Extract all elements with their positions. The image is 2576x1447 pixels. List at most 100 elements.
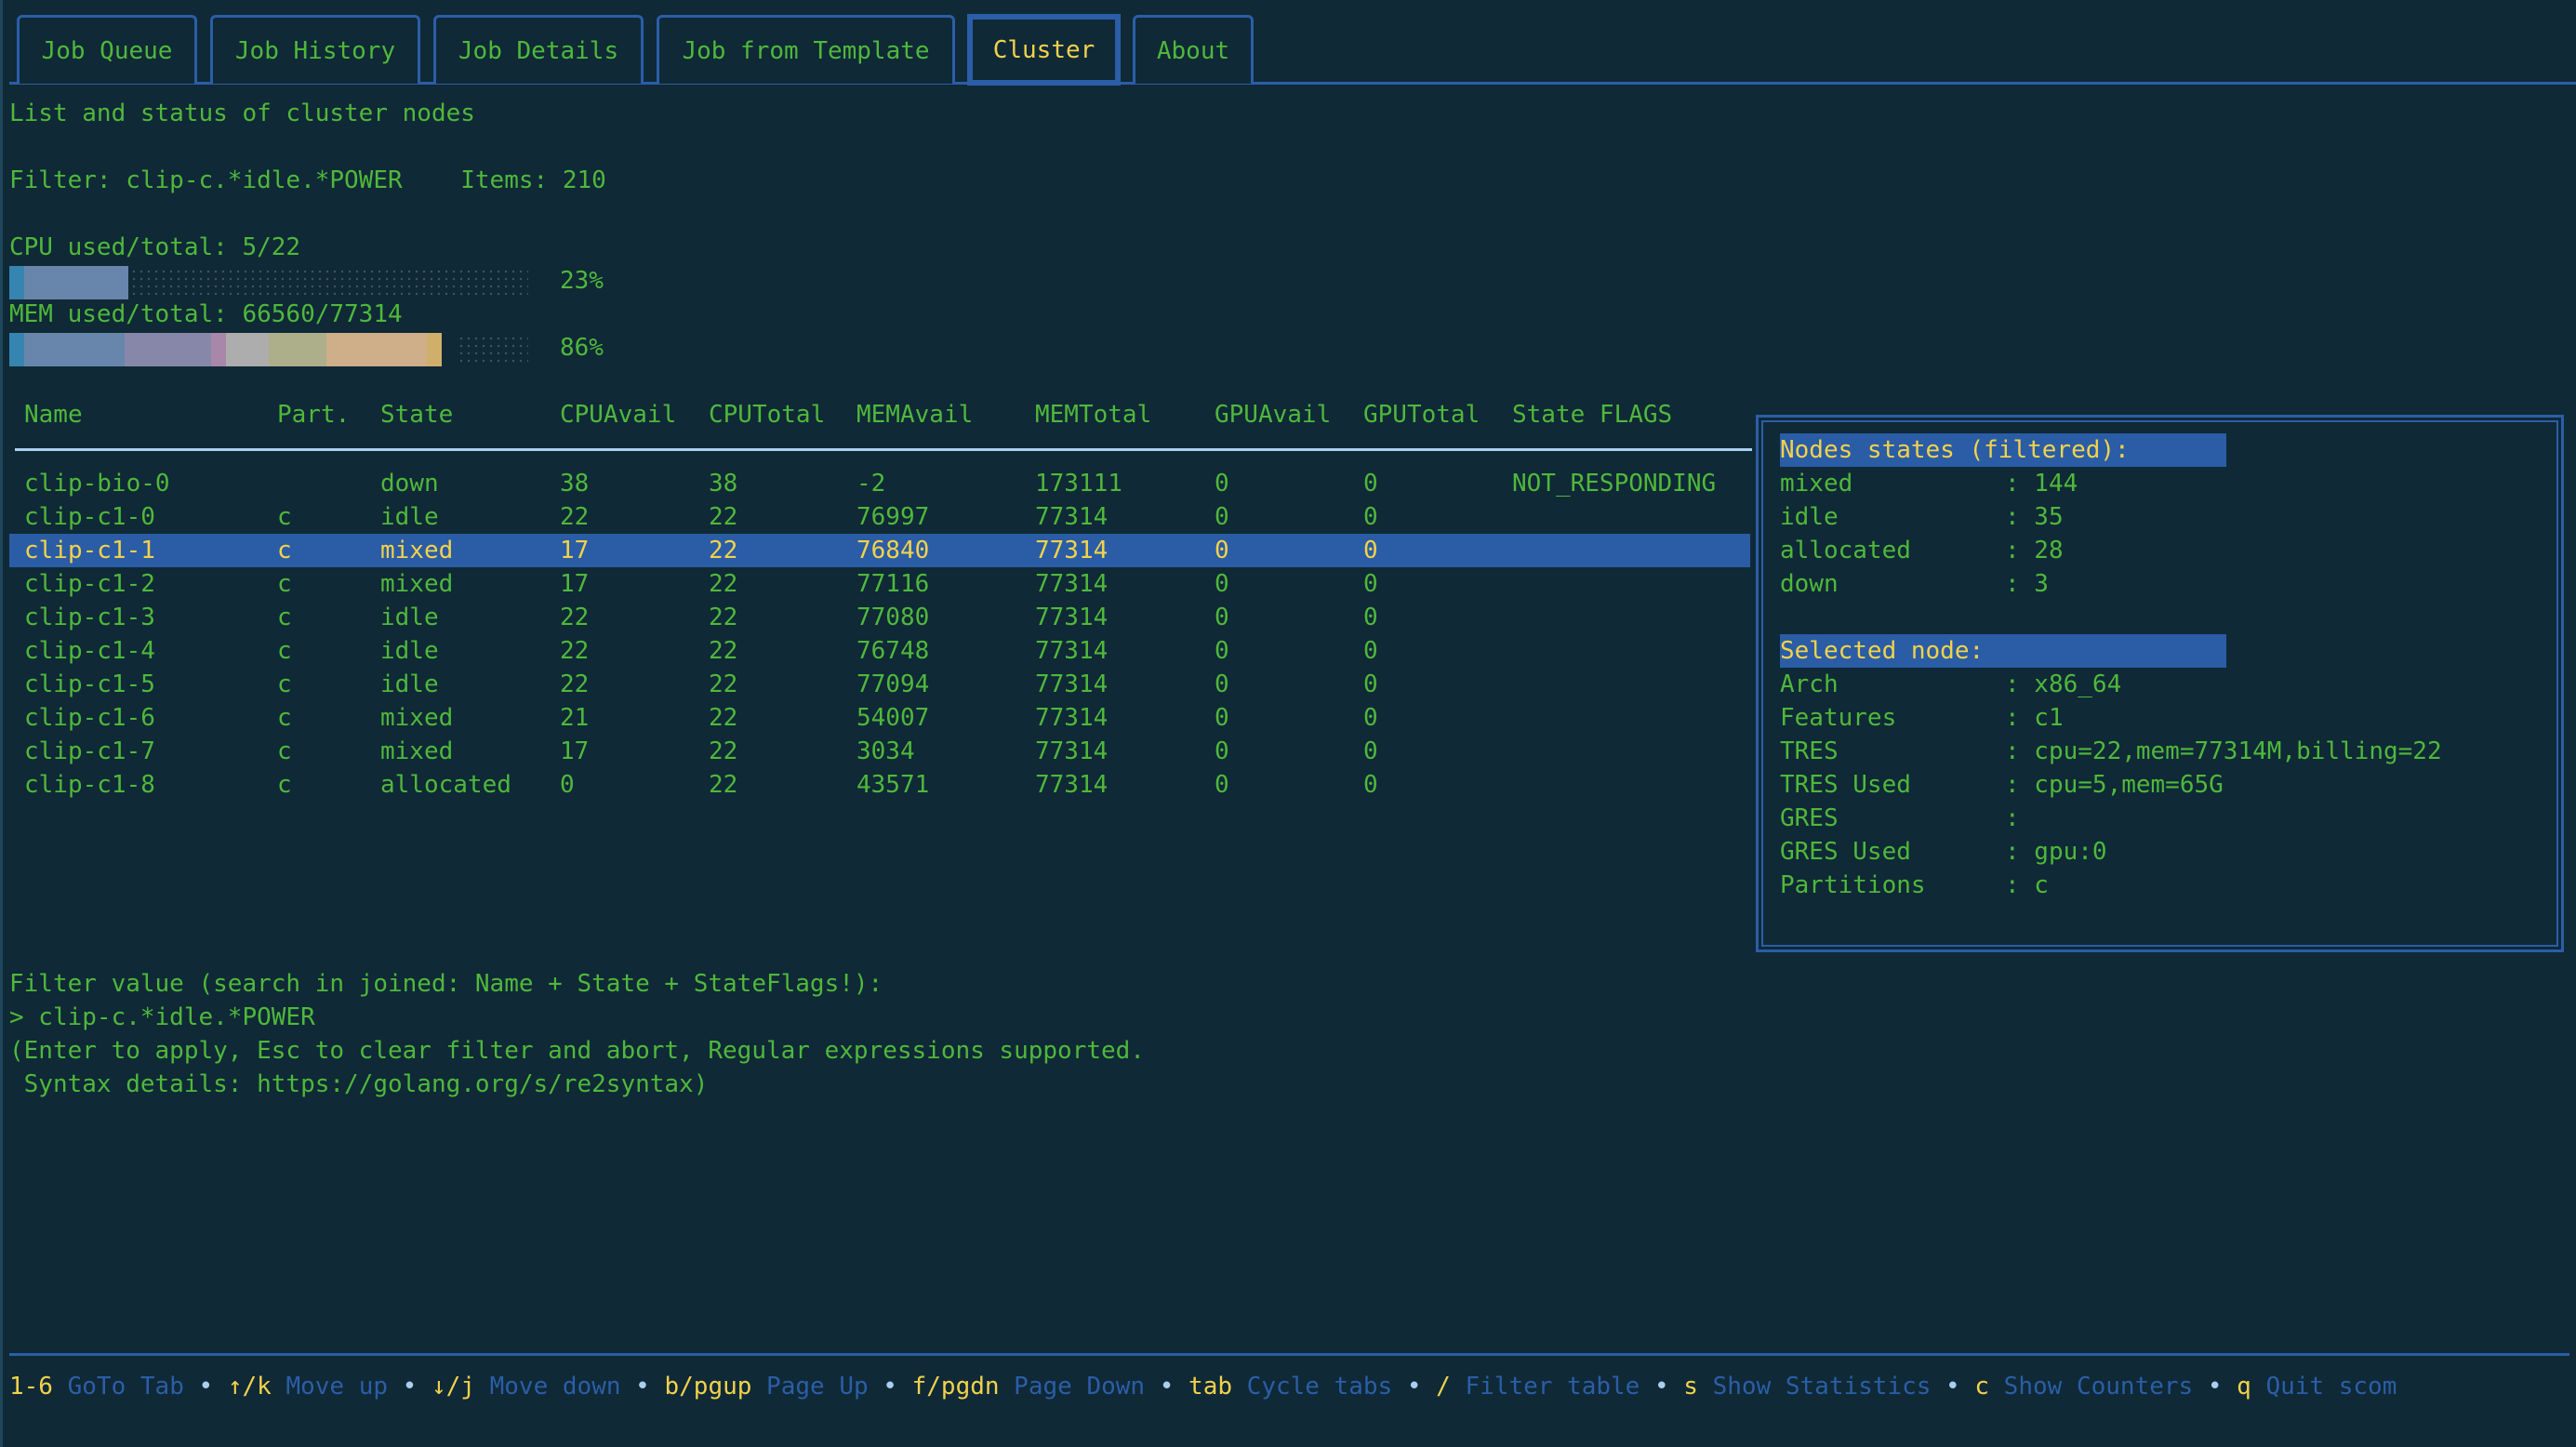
col-gpu-avail-cell: 0	[1215, 670, 1229, 698]
usage-bar-remaining	[456, 333, 528, 366]
col-name-cell: clip-c1-8	[24, 771, 155, 799]
header-col-cpu-total[interactable]: CPUTotal	[709, 398, 825, 431]
header-col-mem-avail[interactable]: MEMAvail	[856, 398, 973, 431]
tab-job-details[interactable]: Job Details	[433, 15, 644, 84]
separator-dot: •	[868, 1373, 912, 1401]
col-cpu-avail-cell: 22	[560, 637, 590, 665]
col-mem-avail-cell: 77116	[856, 570, 930, 598]
table-row[interactable]: clip-c1-5 c idle 22 22 77094 77314 0 0	[9, 668, 1750, 701]
col-gpu-avail-cell: 0	[1215, 604, 1229, 631]
col-state-flags-cell: NOT_RESPONDING	[1512, 470, 1717, 498]
col-mem-avail-cell: 76997	[856, 503, 930, 531]
shortcut-item: tab Cycle tabs	[1188, 1373, 1392, 1401]
col-gpu-avail-cell: 0	[1215, 537, 1229, 564]
header-col-gpu-total[interactable]: GPUTotal	[1363, 398, 1480, 431]
usage-bar-segment	[24, 266, 128, 299]
info-value: : 28	[2005, 537, 2064, 564]
col-gpu-total-cell: 0	[1363, 737, 1378, 765]
table-row[interactable]: clip-c1-0 c idle 22 22 76997 77314 0 0	[9, 500, 1750, 534]
header-col-mem-total[interactable]: MEMTotal	[1035, 398, 1151, 431]
tab-job-history[interactable]: Job History	[210, 15, 420, 84]
info-value: : c	[2005, 871, 2049, 899]
col-gpu-total-cell: 0	[1363, 503, 1378, 531]
shortcut-description: Quit scom	[2251, 1373, 2397, 1401]
col-mem-total-cell: 77314	[1035, 737, 1109, 765]
header-col-cpu-avail[interactable]: CPUAvail	[560, 398, 676, 431]
col-cpu-total-cell: 22	[709, 604, 738, 631]
header-col-state-flags[interactable]: State FLAGS	[1512, 398, 1672, 431]
selected-node-title: Selected node:	[1780, 634, 2226, 668]
mem-usage-label: MEM used/total: 66560/77314	[9, 300, 403, 328]
shortcut-description: GoTo Tab	[52, 1373, 184, 1401]
col-name-cell: clip-c1-5	[24, 670, 155, 698]
col-state-cell: allocated	[380, 771, 511, 799]
table-row[interactable]: clip-c1-8 c allocated 0 22 43571 77314 0 0	[9, 768, 1750, 802]
info-row: allocated: 28	[1780, 534, 2064, 567]
col-gpu-total-cell: 0	[1363, 637, 1378, 665]
col-cpu-avail-cell: 22	[560, 670, 590, 698]
filter-prompt-label: Filter value (search in joined: Name + S…	[9, 970, 883, 998]
header-col-partition[interactable]: Part.	[277, 398, 350, 431]
col-partition-cell: c	[277, 570, 292, 598]
col-name-cell: clip-c1-6	[24, 704, 155, 732]
shortcut-item: s Show Statistics	[1683, 1373, 1931, 1401]
info-key: TRES	[1780, 737, 1839, 765]
col-mem-avail-cell: 76748	[856, 637, 930, 665]
header-col-name[interactable]: Name	[24, 398, 83, 431]
col-partition-cell: c	[277, 537, 292, 564]
table-row-selected[interactable]: clip-c1-1 c mixed 17 22 76840 77314 0 0	[9, 534, 1750, 567]
tab-job-queue[interactable]: Job Queue	[17, 15, 197, 84]
shortcut-description: Show Statistics	[1697, 1373, 1932, 1401]
info-key: idle	[1780, 503, 1839, 531]
table-row[interactable]: clip-c1-6 c mixed 21 22 54007 77314 0 0	[9, 701, 1750, 735]
shortcut-description: Show Counters	[1989, 1373, 2194, 1401]
shortcut-key: b/pgup	[664, 1373, 752, 1401]
col-mem-total-cell: 77314	[1035, 503, 1109, 531]
shortcut-description: Move up	[271, 1373, 389, 1401]
shortcut-key: q	[2237, 1373, 2251, 1401]
col-cpu-avail-cell: 17	[560, 737, 590, 765]
col-state-cell: idle	[380, 604, 439, 631]
usage-bar-segment	[125, 333, 211, 366]
col-cpu-total-cell: 22	[709, 771, 738, 799]
separator-dot: •	[388, 1373, 432, 1401]
col-cpu-total-cell: 22	[709, 704, 738, 732]
col-state-cell: idle	[380, 637, 439, 665]
info-row: Arch: x86_64	[1780, 668, 2121, 701]
usage-bar-segment	[9, 266, 24, 299]
tab-cluster[interactable]: Cluster	[967, 14, 1121, 86]
cpu-usage-bar	[9, 266, 528, 299]
shortcut-item: ↓/j Move down	[432, 1373, 621, 1401]
usage-bar-segment	[211, 333, 226, 366]
filter-input[interactable]: > clip-c.*idle.*POWER	[9, 1001, 315, 1034]
page-subtitle: List and status of cluster nodes	[9, 100, 475, 127]
col-state-cell: mixed	[380, 537, 454, 564]
col-cpu-total-cell: 22	[709, 637, 738, 665]
usage-bar-remaining	[128, 266, 528, 299]
header-col-state[interactable]: State	[380, 398, 453, 431]
table-row[interactable]: clip-bio-0 down 38 38 -2 173111 0 0 NOT_RESPONDI…	[9, 467, 1750, 500]
header-col-gpu-avail[interactable]: GPUAvail	[1215, 398, 1331, 431]
col-gpu-total-cell: 0	[1363, 670, 1378, 698]
usage-bar-segment	[24, 333, 125, 366]
left-border	[0, 0, 3, 1447]
table-row[interactable]: clip-c1-7 c mixed 17 22 3034 77314 0 0	[9, 735, 1750, 768]
tab-job-from-template[interactable]: Job from Template	[657, 15, 955, 84]
table-row[interactable]: clip-c1-4 c idle 22 22 76748 77314 0 0	[9, 634, 1750, 668]
shortcut-description: Move down	[474, 1373, 621, 1401]
tab-about[interactable]: About	[1133, 15, 1254, 84]
nodes-states-title: Nodes states (filtered):	[1780, 433, 2226, 467]
shortcut-description: Page Up	[751, 1373, 869, 1401]
col-name-cell: clip-c1-4	[24, 637, 155, 665]
shortcut-key: /	[1436, 1373, 1451, 1401]
footer-divider	[9, 1353, 2569, 1356]
table-row[interactable]: clip-c1-2 c mixed 17 22 77116 77314 0 0	[9, 567, 1750, 601]
table-row[interactable]: clip-c1-3 c idle 22 22 77080 77314 0 0	[9, 601, 1750, 634]
col-mem-avail-cell: 76840	[856, 537, 930, 564]
separator-dot: •	[1931, 1373, 1975, 1401]
col-cpu-avail-cell: 17	[560, 570, 590, 598]
col-gpu-total-cell: 0	[1363, 704, 1378, 732]
col-gpu-avail-cell: 0	[1215, 771, 1229, 799]
col-gpu-total-cell: 0	[1363, 570, 1378, 598]
col-mem-avail-cell: 43571	[856, 771, 930, 799]
